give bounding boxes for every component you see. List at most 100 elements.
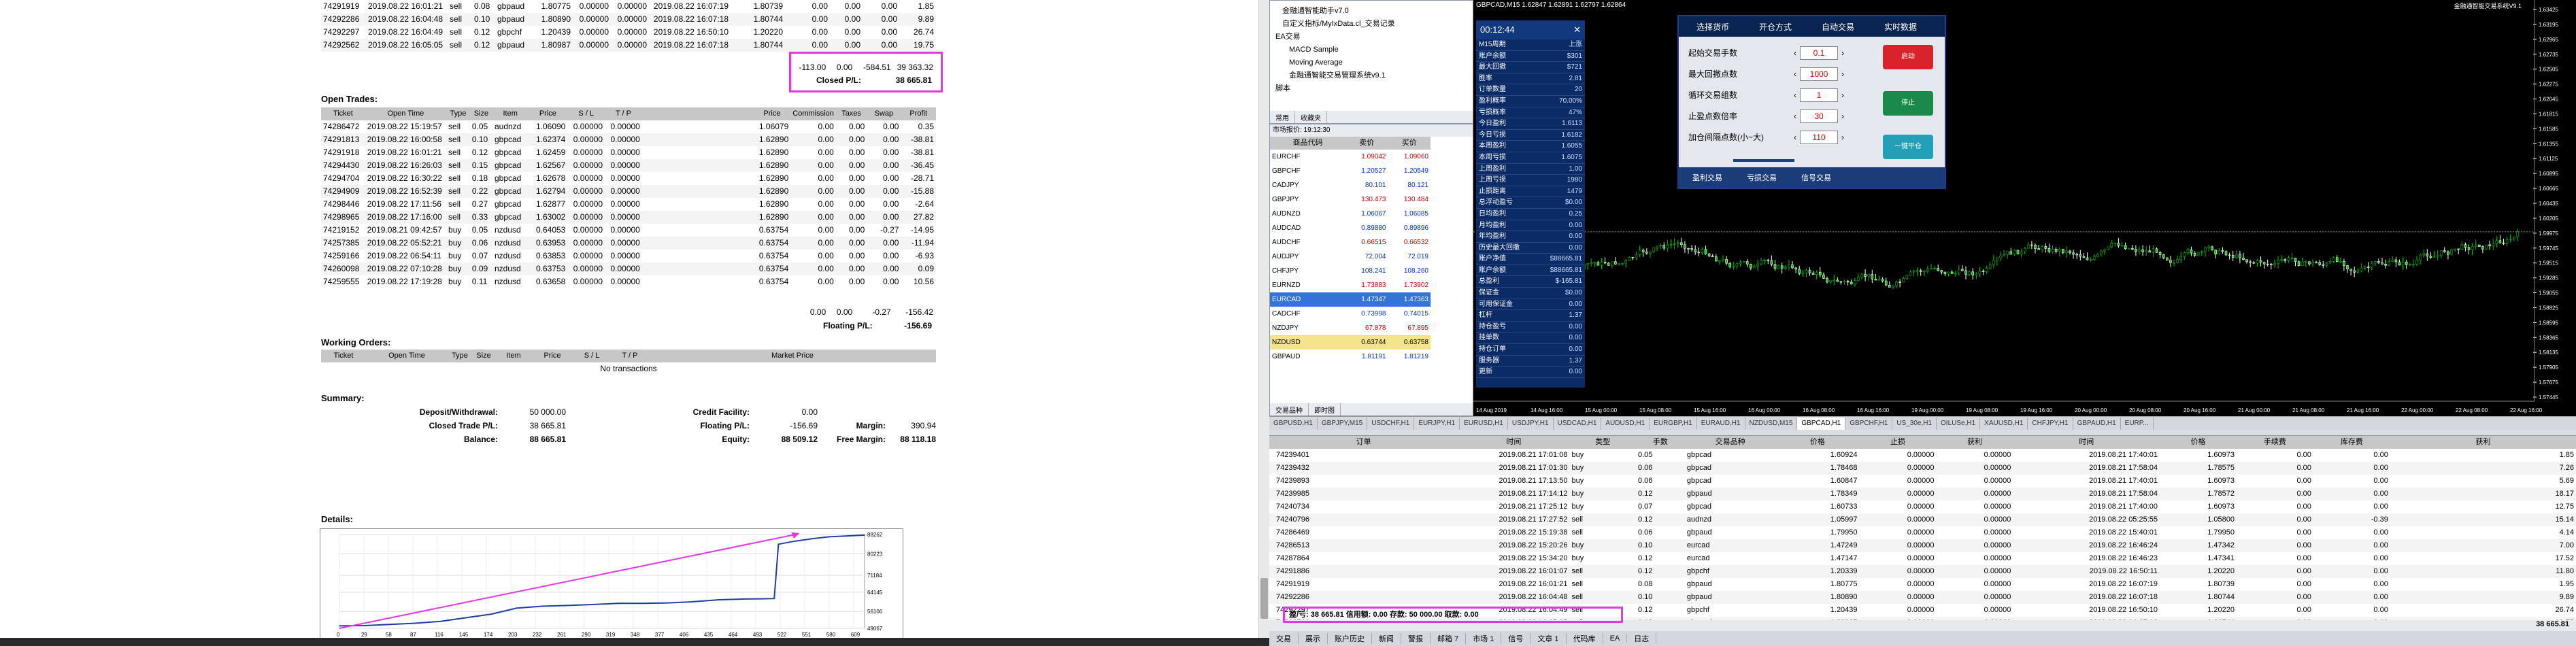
chart-tab[interactable]: EURP...	[2121, 417, 2154, 430]
terminal-tab[interactable]: 信号	[1501, 633, 1531, 644]
symbol-row[interactable]: EURNZD 1.73883 1.73902	[1270, 278, 1431, 292]
chart-tab[interactable]: CHFJPY,H1	[2028, 417, 2073, 430]
decrement-icon[interactable]: ‹	[1790, 90, 1800, 100]
symbol-row[interactable]: NZDUSD 0.63744 0.63758	[1270, 335, 1431, 350]
terminal-tab[interactable]: 交易	[1269, 633, 1299, 644]
history-row[interactable]: 74286513 2019.08.22 15:20:26 buy 0.10 eurcad…	[1269, 539, 2576, 552]
navigator-item[interactable]: 脚本	[1275, 82, 1473, 95]
ea-stat-value: 70.00%	[1559, 97, 1582, 105]
scroll-thumb[interactable]	[1260, 578, 1268, 619]
terminal-tab[interactable]: 代码库	[1567, 633, 1603, 644]
navigator-item[interactable]: EA交易	[1275, 31, 1473, 44]
history-row[interactable]: 74239401 2019.08.21 17:01:08 buy 0.05 gbpcad…	[1269, 449, 2576, 462]
terminal-tab[interactable]: 账户历史	[1328, 633, 1372, 644]
panel-footer-button[interactable]: 信号交易	[1801, 172, 1831, 183]
market-watch-tab[interactable]: 即时图	[1309, 403, 1341, 415]
history-row[interactable]: 74240734 2019.08.21 17:25:12 buy 0.07 gbpcad…	[1269, 500, 2576, 513]
chart-tab[interactable]: XAUUSD,H1	[1980, 417, 2028, 430]
history-row[interactable]: 74239432 2019.08.21 17:01:30 buy 0.06 gbpcad…	[1269, 462, 2576, 475]
symbol-row[interactable]: AUDCHF 0.66515 0.66532	[1270, 235, 1431, 250]
chart-tab[interactable]: USDCAD,H1	[1554, 417, 1602, 430]
history-row[interactable]: 74291919 2019.08.22 16:01:21 sell 0.08 gbpau…	[1269, 578, 2576, 591]
navigator-item[interactable]: 金融通智能交易管理系统v9.1	[1275, 69, 1473, 82]
symbol-row[interactable]: AUDJPY 72.004 72.019	[1270, 250, 1431, 264]
chart-tab[interactable]: GBPJPY,M15	[1318, 417, 1368, 430]
panel-header-tab[interactable]: 选择货币	[1682, 21, 1744, 33]
panel-footer-button[interactable]: 亏损交易	[1747, 172, 1777, 183]
start-button[interactable]: 启动	[1883, 45, 1933, 69]
chart-tab[interactable]: EURGBP,H1	[1650, 417, 1697, 430]
terminal-tab[interactable]: 市场 1	[1466, 633, 1502, 644]
history-row[interactable]: 74239893 2019.08.21 17:13:50 buy 0.06 gbpcad…	[1269, 475, 2576, 488]
navigator-item[interactable]: Moving Average	[1275, 56, 1473, 69]
panel-footer-button[interactable]: 盈利交易	[1692, 172, 1722, 183]
history-row[interactable]: 74287864 2019.08.22 15:34:20 buy 0.12 eurcad…	[1269, 552, 2576, 565]
panel-field-input[interactable]: 1000	[1800, 67, 1838, 81]
decrement-icon[interactable]: ‹	[1790, 133, 1800, 142]
symbol-row[interactable]: EURCHF 1.09042 1.09060	[1270, 150, 1431, 164]
decrement-icon[interactable]: ‹	[1790, 48, 1800, 58]
symbol-row[interactable]: CHFJPY 108.241 108.260	[1270, 264, 1431, 278]
symbol-row[interactable]: CADJPY 80.101 80.121	[1270, 178, 1431, 192]
terminal-tab[interactable]: 展示	[1299, 633, 1328, 644]
symbol-row[interactable]: GBPJPY 130.473 130.484	[1270, 192, 1431, 207]
navigator-item[interactable]: MACD Sample	[1275, 44, 1473, 56]
history-row[interactable]: 74286469 2019.08.22 15:19:38 sell 0.06 gbpau…	[1269, 526, 2576, 539]
chart-tab[interactable]: GBPCAD,H1	[1797, 417, 1846, 430]
decrement-icon[interactable]: ‹	[1790, 69, 1800, 79]
terminal-tab[interactable]: 邮箱 7	[1431, 633, 1467, 644]
report-scrollbar[interactable]	[1258, 0, 1269, 646]
symbol-row[interactable]: EURCAD 1.47347 1.47363	[1270, 292, 1431, 307]
ea-close-icon[interactable]: ✕	[1573, 20, 1581, 39]
navigator-item[interactable]: 自定义指标/MyIxData.cl_交易记录	[1275, 18, 1473, 31]
panel-header-tab[interactable]: 开仓方式	[1744, 21, 1807, 33]
close-all-button[interactable]: 一键平仓	[1883, 135, 1933, 159]
panel-field-input[interactable]: 110	[1800, 130, 1838, 144]
chart-tab[interactable]: GBPAUD,H1	[2073, 417, 2121, 430]
panel-field-input[interactable]: 1	[1800, 88, 1838, 102]
increment-icon[interactable]: ›	[1838, 90, 1847, 100]
terminal-tab[interactable]: 新闻	[1372, 633, 1401, 644]
panel-header-tab[interactable]: 实时数据	[1869, 21, 1932, 33]
increment-icon[interactable]: ›	[1838, 133, 1847, 142]
chart-tab[interactable]: USDJPY,H1	[1508, 417, 1554, 430]
chart-tab[interactable]: NZDUSD,M15	[1745, 417, 1798, 430]
chart-tab[interactable]: GBPCHF,H1	[1845, 417, 1893, 430]
chart-tab[interactable]: EURJPY,H1	[1414, 417, 1460, 430]
history-row[interactable]: 74292286 2019.08.22 16:04:48 sell 0.10 gbpau…	[1269, 591, 2576, 604]
increment-icon[interactable]: ›	[1838, 69, 1847, 79]
navigator-tab[interactable]: 收藏夹	[1295, 111, 1327, 123]
symbol-row[interactable]: AUDNZD 1.06067 1.06085	[1270, 207, 1431, 221]
history-row[interactable]: 74240796 2019.08.21 17:27:52 sell 0.12 audnz…	[1269, 513, 2576, 526]
terminal-tab[interactable]: EA	[1603, 634, 1628, 643]
panel-field-input[interactable]: 30	[1800, 109, 1838, 123]
panel-header-tab[interactable]: 自动交易	[1807, 21, 1869, 33]
terminal-tab[interactable]: 文章 1	[1530, 633, 1567, 644]
history-row[interactable]: 74239985 2019.08.21 17:14:12 buy 0.12 gbpaud…	[1269, 488, 2576, 500]
increment-icon[interactable]: ›	[1838, 48, 1847, 58]
symbol-row[interactable]: AUDCAD 0.89880 0.89896	[1270, 221, 1431, 235]
market-watch-tab[interactable]: 交易品种	[1270, 403, 1309, 415]
panel-field-input[interactable]: 0.1	[1800, 46, 1838, 60]
chart-tab[interactable]: US_30e,H1	[1892, 417, 1937, 430]
history-row[interactable]: 74291886 2019.08.22 16:01:07 sell 0.12 gbpch…	[1269, 565, 2576, 578]
decrement-icon[interactable]: ‹	[1790, 112, 1800, 121]
terminal-tab[interactable]: 日志	[1627, 633, 1657, 644]
symbol-row[interactable]: CADCHF 0.73998 0.74015	[1270, 307, 1431, 321]
chart-tab[interactable]: EURAUD,H1	[1697, 417, 1745, 430]
chart-tab[interactable]: OILUSe,H1	[1937, 417, 1981, 430]
stop-button[interactable]: 停止	[1883, 91, 1933, 116]
navigator-item[interactable]: 金融通智能助手v7.0	[1275, 5, 1473, 18]
chart-tab[interactable]: EURUSD,H1	[1460, 417, 1508, 430]
increment-icon[interactable]: ›	[1838, 112, 1847, 121]
symbol-row[interactable]: GBPCHF 1.20527 1.20549	[1270, 164, 1431, 178]
terminal-tab[interactable]: 警报	[1401, 633, 1431, 644]
navigator-tab[interactable]: 常用	[1270, 111, 1295, 123]
chart-tab[interactable]: GBPUSD,H1	[1269, 417, 1318, 430]
symbol-row[interactable]: GBPAUD 1.81191 1.81219	[1270, 350, 1431, 364]
chart-tab[interactable]: AUDUSD,H1	[1601, 417, 1650, 430]
interval-slider[interactable]	[1733, 159, 1794, 162]
symbol-row[interactable]: NZDJPY 67.878 67.895	[1270, 321, 1431, 335]
chart-tab[interactable]: USDCHF,H1	[1367, 417, 1415, 430]
price-chart[interactable]: 1.63425 1.63195 1.62965 1.62735 1.62505 1.622…	[1473, 0, 2576, 416]
